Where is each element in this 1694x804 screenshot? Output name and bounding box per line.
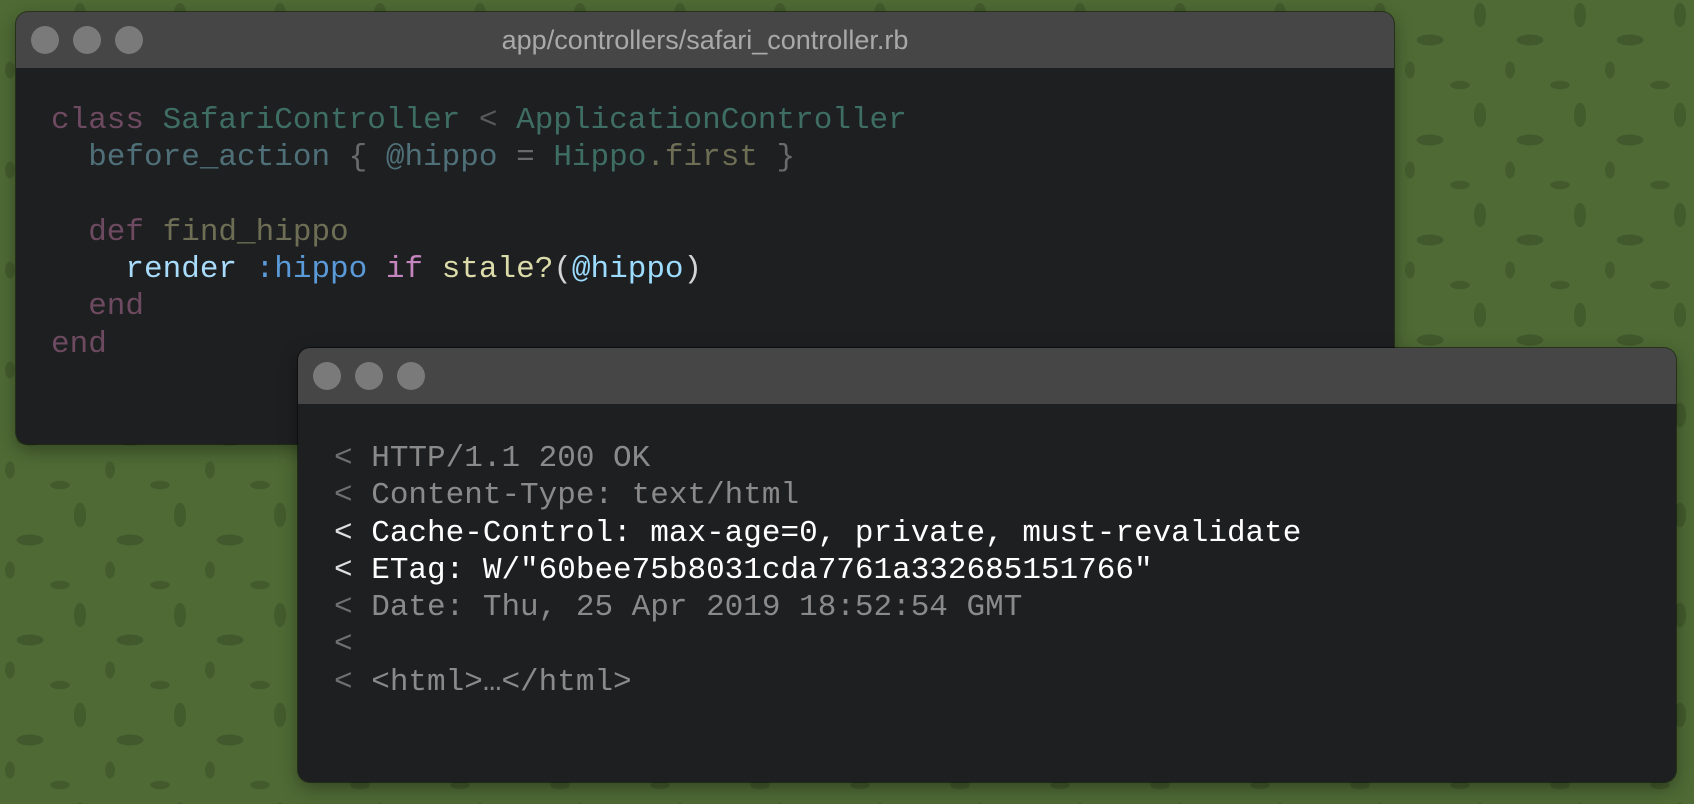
http-response-body: < HTTP/1.1 200 OK < Content-Type: text/ht…	[298, 404, 1676, 701]
code-line: render :hippo if stale?(@hippo)	[51, 251, 1394, 288]
maximize-button[interactable]	[397, 362, 425, 390]
code-token: )	[683, 252, 703, 288]
response-prefix: <	[334, 552, 372, 588]
response-prefix: <	[334, 664, 372, 700]
response-text: Cache-Control: max-age=0, private, must-…	[371, 515, 1302, 551]
http-response-window: < HTTP/1.1 200 OK < Content-Type: text/ht…	[298, 348, 1676, 782]
response-prefix: <	[334, 627, 353, 663]
code-token: find_hippo	[162, 214, 349, 250]
response-line: < ETag: W/"60bee75b8031cda7761a332685151…	[334, 552, 1676, 589]
response-line: < HTTP/1.1 200 OK	[334, 440, 1676, 477]
response-prefix: <	[334, 590, 372, 626]
code-line: class SafariController < ApplicationCont…	[51, 102, 1394, 139]
close-button[interactable]	[313, 362, 341, 390]
code-line: before_action { @hippo = Hippo.first }	[51, 139, 1394, 176]
response-text: Date: Thu, 25 Apr 2019 18:52:54 GMT	[371, 590, 1023, 626]
code-token: def	[51, 214, 163, 250]
code-token: end	[51, 326, 107, 362]
code-token: @hippo	[571, 252, 684, 288]
code-token: ApplicationController	[516, 103, 907, 138]
response-line: < <html>…</html>	[334, 664, 1676, 701]
code-token: Hippo	[553, 140, 647, 176]
code-token: @hippo	[385, 140, 498, 176]
code-token: .first	[646, 140, 758, 176]
response-text: <html>…</html>	[371, 664, 632, 700]
response-prefix: <	[334, 441, 372, 476]
http-window-titlebar	[298, 348, 1676, 404]
code-window-titlebar: app/controllers/safari_controller.rb	[16, 12, 1394, 68]
code-token: before_action	[51, 140, 349, 176]
code-token: :hippo	[255, 252, 368, 288]
code-line: def find_hippo	[51, 214, 1394, 251]
response-line: < Cache-Control: max-age=0, private, mus…	[334, 515, 1676, 552]
window-title: app/controllers/safari_controller.rb	[501, 25, 909, 55]
code-token: {	[348, 140, 386, 176]
code-line: end	[51, 288, 1394, 325]
code-body: class SafariController < ApplicationCont…	[16, 68, 1394, 363]
response-line: < Date: Thu, 25 Apr 2019 18:52:54 GMT	[334, 589, 1676, 626]
window-controls	[298, 362, 425, 390]
response-text: ETag: W/"60bee75b8031cda7761a33268515176…	[371, 552, 1153, 588]
response-line: <	[334, 626, 1676, 663]
response-text: Content-Type: text/html	[371, 478, 800, 514]
response-prefix: <	[334, 478, 372, 514]
code-token: render	[51, 252, 256, 288]
code-token: SafariController	[162, 103, 461, 138]
code-token: if	[367, 252, 442, 288]
code-token: =	[497, 140, 554, 176]
code-token: (	[553, 252, 572, 288]
code-token: stale?	[441, 252, 554, 288]
minimize-button[interactable]	[355, 362, 383, 390]
response-prefix: <	[334, 515, 372, 551]
response-line: < Content-Type: text/html	[334, 477, 1676, 514]
response-text: HTTP/1.1 200 OK	[371, 441, 651, 476]
code-token: end	[51, 289, 145, 325]
code-token: }	[757, 140, 796, 176]
code-token: class	[51, 103, 163, 138]
code-token: <	[460, 103, 517, 138]
